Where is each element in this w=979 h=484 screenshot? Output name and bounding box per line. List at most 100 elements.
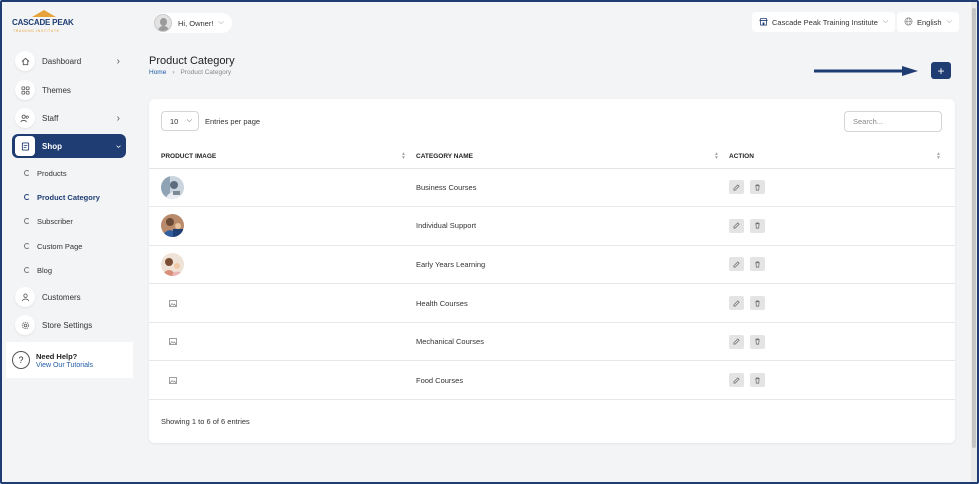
scrollbar-thumb[interactable]: [972, 8, 976, 448]
entries-value: 10: [170, 116, 179, 126]
edit-icon: [733, 184, 740, 191]
column-header-label: CATEGORY NAME: [416, 153, 473, 161]
delete-button[interactable]: [750, 373, 766, 388]
entries-label: Entries per page: [205, 116, 261, 126]
column-header-product-image[interactable]: PRODUCT IMAGE ▲ ▼: [149, 146, 416, 169]
chevron-right-icon: ›: [116, 55, 120, 67]
table-row: Health Courses: [149, 283, 955, 323]
avatar: [154, 14, 172, 32]
shop-icon: [15, 136, 35, 156]
edit-button[interactable]: [729, 257, 744, 272]
language-selector[interactable]: English ⌵: [897, 12, 959, 32]
category-name: Individual Support: [416, 206, 729, 246]
submenu-dot-icon: [24, 194, 30, 200]
delete-button[interactable]: [750, 257, 766, 272]
delete-button[interactable]: [750, 218, 766, 233]
delete-button[interactable]: [750, 296, 766, 311]
sidebar-subitem-product-category[interactable]: Product Category: [24, 190, 100, 204]
product-thumbnail: [161, 214, 184, 238]
edit-icon: [733, 338, 740, 345]
chevron-down-icon: ⌵: [186, 117, 192, 124]
sidebar-subitem-label: Products: [37, 168, 67, 178]
sidebar-subitem-label: Subscriber: [37, 216, 73, 226]
edit-icon: [733, 222, 740, 229]
chevron-down-icon: ⌵: [218, 19, 224, 26]
delete-button[interactable]: [750, 334, 766, 349]
submenu-dot-icon: [24, 267, 30, 273]
edit-icon: [733, 261, 740, 268]
product-thumbnail: [161, 175, 184, 199]
delete-button[interactable]: [750, 180, 766, 195]
edit-button[interactable]: [729, 296, 744, 311]
language-label: English: [917, 17, 942, 27]
institute-name: Cascade Peak Training Institute: [772, 17, 878, 27]
category-name: Mechanical Courses: [416, 322, 729, 362]
column-header-category-name[interactable]: CATEGORY NAME ▲ ▼: [416, 146, 729, 169]
sort-icon: ▲ ▼: [936, 151, 941, 161]
sidebar-item-label: Dashboard: [42, 56, 82, 66]
product-thumbnail: [161, 252, 184, 276]
sidebar-item-dashboard[interactable]: Dashboard ›: [12, 49, 126, 73]
themes-icon: [15, 80, 35, 100]
trash-icon: [755, 222, 760, 229]
chevron-down-icon: ›: [112, 144, 124, 148]
edit-button[interactable]: [729, 334, 744, 349]
sidebar-item-label: Store Settings: [42, 320, 93, 330]
scrollbar[interactable]: [971, 2, 977, 482]
category-name: Health Courses: [416, 283, 729, 323]
breadcrumb-home-link[interactable]: Home: [149, 69, 166, 76]
user-menu[interactable]: Hi, Owner! ⌵: [154, 13, 232, 33]
sort-icon: ▲ ▼: [714, 151, 719, 161]
page-title: Product Category: [149, 55, 235, 67]
table-info: Showing 1 to 6 of 6 entries: [161, 417, 250, 426]
sidebar-item-staff[interactable]: Staff ›: [12, 106, 126, 130]
edit-button[interactable]: [729, 373, 744, 388]
trash-icon: [755, 261, 760, 268]
chevron-down-icon: ⌵: [946, 18, 952, 25]
entries-per-page-select[interactable]: 10 ⌵: [161, 111, 199, 131]
pointer-arrow-icon: [814, 66, 918, 76]
sidebar-item-themes[interactable]: Themes: [12, 78, 126, 102]
breadcrumb-current: Product Category: [180, 69, 232, 76]
sidebar-item-label: Customers: [42, 292, 81, 302]
category-table: PRODUCT IMAGE ▲ ▼ CATEGORY NAME ▲ ▼ ACTION…: [149, 146, 955, 401]
search-input[interactable]: [844, 111, 942, 132]
app-window: CASCADE PEAK TRAINING INSTITUTE Dashboar…: [0, 0, 979, 484]
entries-control: 10 ⌵ Entries per page: [161, 111, 260, 131]
sort-icon: ▲ ▼: [401, 151, 406, 161]
table-row: Mechanical Courses: [149, 322, 955, 362]
user-greeting: Hi, Owner!: [178, 18, 214, 28]
brand-name: CASCADE PEAK: [12, 18, 74, 27]
help-box: ? Need Help? View Our Tutorials: [6, 342, 133, 378]
edit-button[interactable]: [729, 218, 744, 233]
institute-selector[interactable]: Cascade Peak Training Institute ⌵: [752, 12, 896, 32]
image-placeholder-icon: [161, 369, 184, 392]
breadcrumb-separator-icon: ›: [172, 69, 175, 76]
store-icon: [759, 13, 768, 31]
trash-icon: [755, 300, 760, 307]
sidebar-item-store-settings[interactable]: Store Settings: [12, 313, 126, 337]
image-placeholder-icon: [161, 330, 184, 353]
sidebar-item-customers[interactable]: Customers: [12, 285, 126, 309]
add-category-button[interactable]: +: [931, 62, 951, 79]
sidebar-item-label: Staff: [42, 113, 59, 123]
sidebar-subitem-label: Blog: [37, 265, 53, 275]
help-title: Need Help?: [36, 351, 78, 361]
trash-icon: [755, 338, 760, 345]
column-header-action[interactable]: ACTION ▲ ▼: [729, 146, 955, 169]
help-tutorials-link[interactable]: View Our Tutorials: [36, 362, 93, 369]
trash-icon: [755, 184, 760, 191]
sidebar-subitem-blog[interactable]: Blog: [24, 263, 52, 277]
edit-button[interactable]: [729, 180, 744, 195]
sidebar-item-shop[interactable]: Shop ›: [12, 134, 126, 158]
sidebar-subitem-label: Custom Page: [37, 241, 83, 251]
brand-logo[interactable]: CASCADE PEAK TRAINING INSTITUTE: [12, 10, 76, 36]
breadcrumb: Home › Product Category: [149, 69, 231, 76]
edit-icon: [733, 299, 740, 307]
submenu-dot-icon: [24, 218, 30, 224]
chevron-right-icon: ›: [116, 112, 120, 124]
sidebar-subitem-products[interactable]: Products: [24, 166, 67, 180]
sidebar-subitem-custom-page[interactable]: Custom Page: [24, 239, 82, 253]
sidebar-subitem-subscriber[interactable]: Subscriber: [24, 214, 73, 228]
question-icon: ?: [12, 351, 30, 369]
